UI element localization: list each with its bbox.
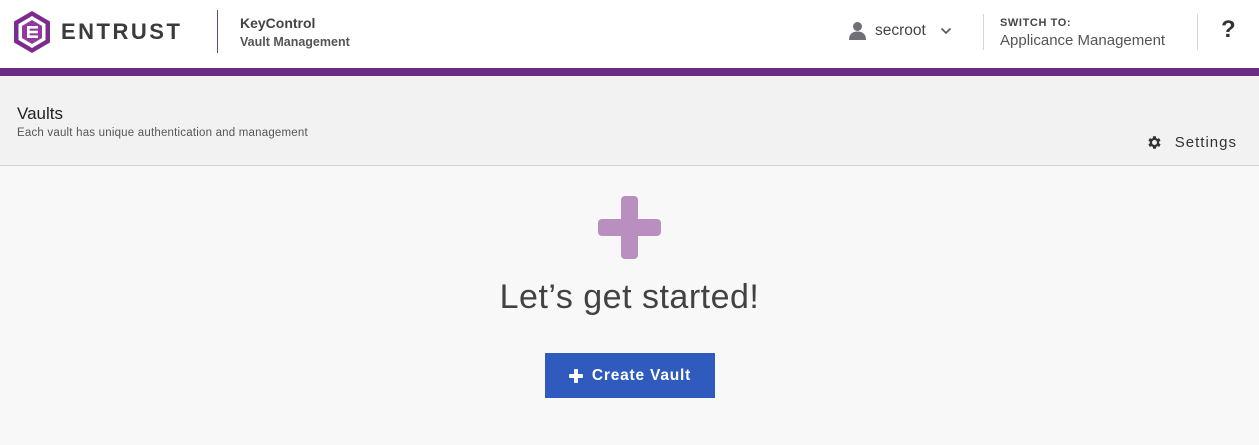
switch-to-link[interactable]: SWITCH TO: Applicance Management [1000, 17, 1165, 49]
product-title: KeyControl Vault Management [240, 15, 350, 49]
help-button[interactable]: ? [1221, 16, 1236, 44]
plus-icon [598, 196, 661, 259]
chevron-down-icon [940, 27, 951, 34]
gear-icon [1148, 136, 1161, 149]
page-title: Vaults [17, 104, 63, 123]
switch-to-label: SWITCH TO: [1000, 17, 1072, 29]
header-divider-3 [1197, 14, 1198, 50]
user-menu[interactable]: secroot [848, 21, 952, 40]
top-bar: ENTRUST KeyControl Vault Management secr… [0, 0, 1259, 68]
user-icon [849, 22, 866, 40]
create-vault-label: Create Vault [591, 366, 692, 384]
brand-name: ENTRUST [61, 19, 183, 44]
user-name: secroot [875, 21, 926, 39]
settings-label: Settings [1174, 134, 1237, 151]
create-vault-button[interactable]: Create Vault [545, 353, 715, 398]
entrust-logo-icon [14, 11, 50, 53]
page-description: Each vault has unique authentication and… [17, 127, 308, 139]
header-divider [217, 10, 218, 53]
switch-target: Applicance Management [1000, 32, 1166, 49]
empty-state-headline: Let’s get started! [499, 278, 760, 316]
entrust-logo[interactable]: ENTRUST [12, 10, 182, 54]
plus-icon [568, 368, 583, 383]
product-subtitle: Vault Management [240, 35, 350, 49]
header-divider-2 [983, 14, 984, 50]
page-header: Vaults Each vault has unique authenticat… [0, 76, 1259, 166]
brand-stripe [0, 68, 1259, 76]
product-name: KeyControl [240, 15, 316, 31]
settings-button[interactable]: Settings [1146, 134, 1237, 151]
